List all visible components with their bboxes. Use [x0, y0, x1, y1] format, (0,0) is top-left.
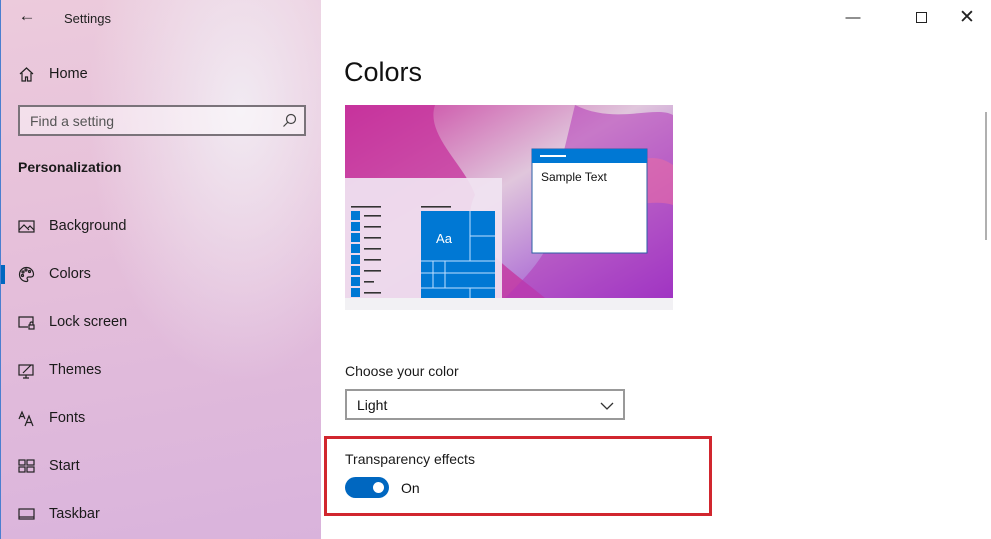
dropdown-value: Light	[357, 397, 388, 413]
minimize-icon: —	[845, 8, 861, 26]
sidebar-item-themes[interactable]: Themes	[1, 350, 322, 390]
sidebar: ← Settings Home Find a setting Personali…	[0, 0, 321, 539]
fonts-icon	[1, 409, 49, 427]
sidebar-item-label: Fonts	[49, 410, 86, 426]
toggle-knob	[373, 482, 384, 493]
sidebar-item-fonts[interactable]: Fonts	[1, 398, 322, 438]
palette-icon	[1, 266, 49, 283]
scrollbar[interactable]	[985, 112, 987, 240]
sidebar-item-label: Taskbar	[49, 506, 100, 522]
window-title: Settings	[64, 11, 111, 26]
sidebar-item-label: Start	[49, 458, 80, 474]
search-input[interactable]: Find a setting	[18, 105, 306, 136]
choose-color-label: Choose your color	[345, 363, 459, 379]
sidebar-item-background[interactable]: Background	[1, 206, 322, 246]
sidebar-item-label: Background	[49, 218, 127, 234]
image-icon	[1, 218, 49, 235]
lock-screen-icon	[1, 314, 49, 331]
close-icon: ✕	[959, 6, 975, 28]
sidebar-item-label: Themes	[49, 362, 102, 378]
sample-window	[531, 148, 648, 254]
preview-artwork: Aa Sample Text	[345, 105, 673, 310]
start-icon	[1, 458, 49, 475]
color-preview: Aa Sample Text	[345, 105, 673, 310]
chevron-down-icon	[600, 398, 614, 414]
tile-text: Aa	[436, 231, 453, 246]
page-title: Colors	[344, 57, 423, 87]
back-button[interactable]: ←	[17, 6, 37, 26]
sidebar-item-label: Lock screen	[49, 314, 128, 330]
home-icon	[1, 66, 49, 83]
maximize-icon	[915, 11, 927, 23]
sidebar-item-taskbar[interactable]: Taskbar	[1, 494, 322, 534]
toggle-state: On	[401, 480, 420, 496]
search-placeholder: Find a setting	[30, 113, 115, 129]
section-heading: Personalization	[18, 159, 122, 175]
maximize-button[interactable]	[898, 0, 944, 34]
themes-icon	[1, 362, 49, 379]
highlight-box	[324, 436, 712, 516]
sidebar-item-label: Colors	[49, 266, 91, 282]
close-button[interactable]: ✕	[944, 0, 990, 34]
sidebar-item-label: Home	[49, 66, 88, 82]
sample-text: Sample Text	[541, 170, 607, 184]
sidebar-item-home[interactable]: Home	[1, 54, 322, 94]
transparency-toggle[interactable]	[345, 477, 389, 498]
minimize-button[interactable]: —	[830, 0, 876, 34]
choose-color-dropdown[interactable]: Light	[345, 389, 625, 420]
taskbar-icon	[1, 506, 49, 523]
transparency-label: Transparency effects	[345, 451, 475, 467]
search-icon[interactable]	[282, 113, 297, 131]
sidebar-item-colors[interactable]: Colors	[1, 254, 322, 294]
sidebar-item-lock-screen[interactable]: Lock screen	[1, 302, 322, 342]
sidebar-item-start[interactable]: Start	[1, 446, 322, 486]
